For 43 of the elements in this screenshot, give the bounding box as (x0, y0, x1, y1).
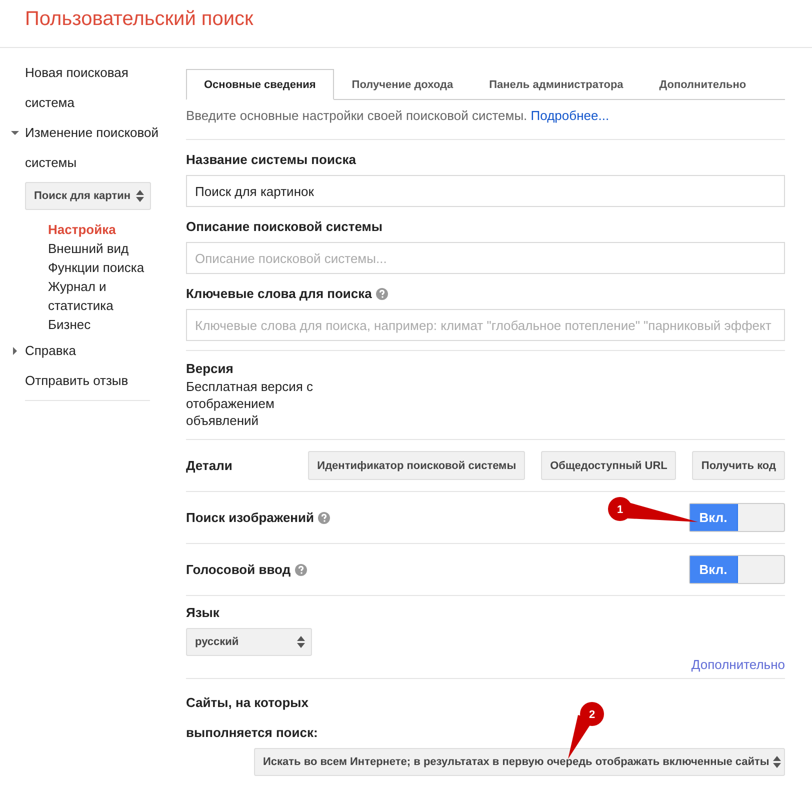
page-title: Пользовательский поиск (25, 7, 254, 32)
sidebar-item[interactable]: Новая поисковая система (0, 58, 172, 118)
version-text: Бесплатная версия с отображением объявлений (186, 378, 314, 429)
tab[interactable]: Дополнительно (641, 69, 764, 100)
sidebar-item[interactable]: Справка (0, 336, 172, 366)
tab[interactable]: Основные сведения (186, 69, 334, 100)
language-label: Язык (186, 605, 220, 620)
language-select[interactable]: русский (186, 628, 312, 656)
details-button[interactable]: Идентификатор поисковой системы (308, 451, 526, 480)
sidebar-subitem[interactable]: Функции поиска (0, 258, 148, 277)
intro-text: Введите основные настройки своей поисковой системы. Подробнее... (186, 107, 610, 125)
input-field[interactable]: Поиск для картинок (186, 175, 785, 207)
advanced-link[interactable]: Дополнительно (691, 657, 785, 672)
updown-icon (136, 190, 144, 202)
toggle-switch[interactable]: Вкл. (689, 503, 785, 532)
updown-icon (297, 636, 305, 648)
sidebar-item[interactable]: Отправить отзыв (0, 366, 172, 396)
expand-icon (11, 129, 19, 137)
version-label: Версия (186, 361, 234, 376)
tab[interactable]: Получение дохода (334, 69, 472, 100)
toggle-switch[interactable]: Вкл. (689, 555, 785, 584)
input-field[interactable]: Описание поисковой системы... (186, 242, 785, 274)
field-label: Название системы поиска (186, 152, 356, 167)
sidebar-subitem[interactable]: Бизнес (0, 315, 148, 334)
sites-select[interactable]: Искать во всем Интернете; в результатах в первую очередь отображать включенные сайты (254, 748, 785, 776)
sidebar-subitem[interactable]: Внешний вид (0, 239, 148, 258)
sidebar-subitem[interactable]: Настройка (0, 220, 148, 239)
tab[interactable]: Панель администратора (471, 69, 642, 100)
details-button[interactable]: Общедоступный URL (541, 451, 676, 480)
input-field[interactable]: Ключевые слова для поиска, например: климат "глобальное потепление" "парниковый эффект (186, 309, 785, 341)
details-label: Детали (186, 458, 232, 473)
field-label: Ключевые слова для поиска (186, 286, 372, 301)
updown-icon (773, 756, 782, 768)
field-label: Описание поисковой системы (186, 219, 383, 234)
toggle-label: Поиск изображений (186, 510, 314, 525)
expand-icon (11, 347, 19, 355)
engine-select[interactable]: Поиск для картин (25, 182, 151, 210)
toggle-label: Голосовой ввод (186, 562, 291, 577)
more-link[interactable]: Подробнее... (530, 108, 610, 123)
sites-label: Сайты, на которых выполняется поиск: (186, 694, 319, 742)
details-button[interactable]: Получить код (692, 451, 785, 480)
sidebar-subitem[interactable]: Журнал и статистика (0, 277, 148, 315)
sidebar-item[interactable]: Изменение поисковой системы (0, 118, 172, 178)
